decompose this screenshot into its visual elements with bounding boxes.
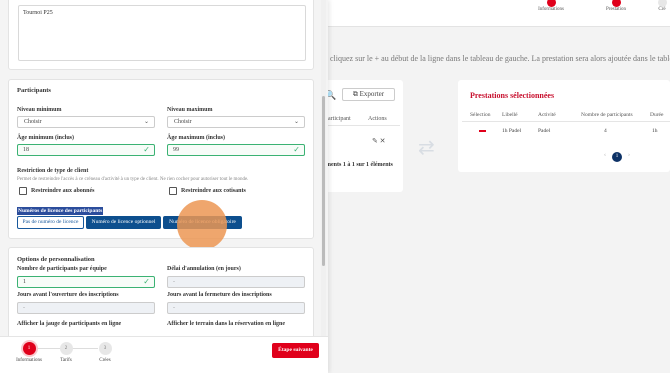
niveau-max-select[interactable]: Choisir ⌄ xyxy=(167,116,305,128)
niveau-max-value: Choisir xyxy=(174,119,192,125)
divider xyxy=(462,121,670,122)
chevron-down-icon: ⌄ xyxy=(143,119,149,125)
step-tarifs[interactable]: 2 Tarifs xyxy=(46,342,86,363)
cotisants-label[interactable]: Restreindre aux cotisants xyxy=(181,188,246,194)
age-max-value: 99 xyxy=(173,147,179,153)
column-header-participants[interactable]: Nombre de participants xyxy=(581,112,633,118)
step-label: Informations xyxy=(16,358,42,363)
activity-form-panel: Tournoi P25 Participants Niveau minimum … xyxy=(0,0,328,373)
terrain-label: Afficher le terrain dans la réservation … xyxy=(167,321,286,327)
edit-icon[interactable]: ✎ xyxy=(372,137,378,145)
pager-prev-icon[interactable]: ‹ xyxy=(604,152,606,158)
instructions-text: cliquez sur le + au début de la ligne da… xyxy=(330,54,670,63)
bg-step-label: Prestation xyxy=(606,7,626,12)
age-min-input[interactable]: 18 ✓ xyxy=(17,144,155,156)
pagination-info: ments 1 à 1 sur 1 éléments xyxy=(326,162,393,168)
bg-step-informations[interactable]: Informations xyxy=(521,0,581,12)
next-step-button[interactable]: Étape suivante xyxy=(272,343,319,358)
abonnes-checkbox[interactable] xyxy=(19,187,27,195)
licence-option-none-button[interactable]: Pas de numéro de licence xyxy=(17,216,84,229)
niveau-max-label: Niveau maximum xyxy=(167,107,213,113)
close-icon[interactable]: ✕ xyxy=(380,137,386,145)
jours-fermeture-label: Jours avant la fermeture des inscription… xyxy=(167,292,272,298)
check-icon: ✓ xyxy=(143,145,150,154)
pager-current-page[interactable]: 1 xyxy=(612,152,622,162)
bg-step-label: Cré xyxy=(658,7,666,12)
selected-services-title: Prestations sélectionnées xyxy=(470,91,555,100)
bg-step-dot xyxy=(611,0,621,7)
step-informations[interactable]: 1 Informations xyxy=(9,342,49,363)
pager-next-icon[interactable]: › xyxy=(628,152,630,158)
restriction-label: Restriction de type de client xyxy=(17,168,89,174)
participants-card xyxy=(8,79,314,239)
bg-step-creation[interactable]: Cré xyxy=(642,0,670,12)
column-header-participant[interactable]: participant xyxy=(325,116,351,122)
export-label: Exporter xyxy=(359,90,385,98)
age-max-input[interactable]: 99 ✓ xyxy=(167,144,305,156)
step-label: Tarifs xyxy=(60,358,72,363)
licence-option-optional-button[interactable]: Numéro de licence optionnel xyxy=(86,216,161,229)
divider xyxy=(320,125,400,126)
jours-fermeture-value: - xyxy=(173,305,175,311)
row-actions: ✎ ✕ xyxy=(372,137,386,145)
scrollbar-thumb[interactable] xyxy=(322,96,325,266)
transfer-arrows-icon: ⇄ xyxy=(418,137,435,159)
description-textarea[interactable]: Tournoi P25 xyxy=(18,5,306,61)
age-min-value: 18 xyxy=(23,147,29,153)
licence-label: Numéros de licence des participants xyxy=(17,207,104,215)
abonnes-label[interactable]: Restreindre aux abonnés xyxy=(31,188,94,194)
bg-step-label: Informations xyxy=(538,7,564,12)
nb-participants-value: 1 xyxy=(23,279,26,285)
niveau-min-value: Choisir xyxy=(24,119,42,125)
column-header-duree[interactable]: Durée xyxy=(650,112,663,118)
step-creation[interactable]: 3 Crées xyxy=(85,342,125,363)
bg-step-dot xyxy=(546,0,556,7)
step-number: 2 xyxy=(59,342,73,355)
cell-activite: Padel xyxy=(538,128,551,134)
jours-ouverture-label: Jours avant l'ouverture des inscriptions xyxy=(17,292,119,298)
column-header-activite[interactable]: Activité xyxy=(538,112,556,118)
column-header-libelle[interactable]: Libellé xyxy=(502,112,518,118)
external-link-icon: ⧉ xyxy=(352,90,358,98)
step-number: 3 xyxy=(98,342,112,355)
delai-annulation-input[interactable]: - xyxy=(167,276,305,288)
age-max-label: Âge maximum (inclus) xyxy=(167,135,225,141)
personnalisation-title: Options de personnalisation xyxy=(17,256,95,263)
age-min-label: Âge minimum (inclus) xyxy=(17,135,74,141)
check-icon: ✓ xyxy=(143,277,150,286)
cotisants-checkbox[interactable] xyxy=(169,187,177,195)
jours-ouverture-input[interactable]: - xyxy=(17,302,155,314)
nb-participants-input[interactable]: 1 ✓ xyxy=(17,276,155,288)
chevron-down-icon: ⌄ xyxy=(293,119,299,125)
cell-participants: 4 xyxy=(604,128,607,134)
remove-icon[interactable] xyxy=(479,130,486,132)
nb-participants-label: Nombre de participants par équipe xyxy=(17,266,107,272)
niveau-min-label: Niveau minimum xyxy=(17,107,62,113)
bg-step-dot xyxy=(657,0,667,7)
jauge-label: Afficher la jauge de participants en lig… xyxy=(17,321,122,327)
cell-duree: 1h xyxy=(652,128,658,134)
niveau-min-select[interactable]: Choisir ⌄ xyxy=(17,116,155,128)
bg-step-prestation[interactable]: Prestation xyxy=(586,0,646,12)
check-icon: ✓ xyxy=(293,145,300,154)
click-indicator xyxy=(177,200,227,250)
step-label: Crées xyxy=(99,358,111,363)
delai-annulation-label: Délai d'annulation (en jours) xyxy=(167,266,241,272)
column-header-selection[interactable]: Sélection xyxy=(470,112,490,118)
column-header-actions: Actions xyxy=(368,116,387,122)
export-button[interactable]: ⧉ Exporter xyxy=(342,88,395,101)
restriction-hint: Permet de restreindre l'accès à ce créne… xyxy=(17,177,249,182)
step-number: 1 xyxy=(22,342,36,355)
cell-libelle: 1h Padel xyxy=(502,128,522,134)
delai-annulation-value: - xyxy=(173,279,175,285)
participants-title: Participants xyxy=(17,87,51,94)
form-scroll-area[interactable]: Tournoi P25 Participants Niveau minimum … xyxy=(0,0,328,336)
jours-ouverture-value: - xyxy=(23,305,25,311)
jours-fermeture-input[interactable]: - xyxy=(167,302,305,314)
